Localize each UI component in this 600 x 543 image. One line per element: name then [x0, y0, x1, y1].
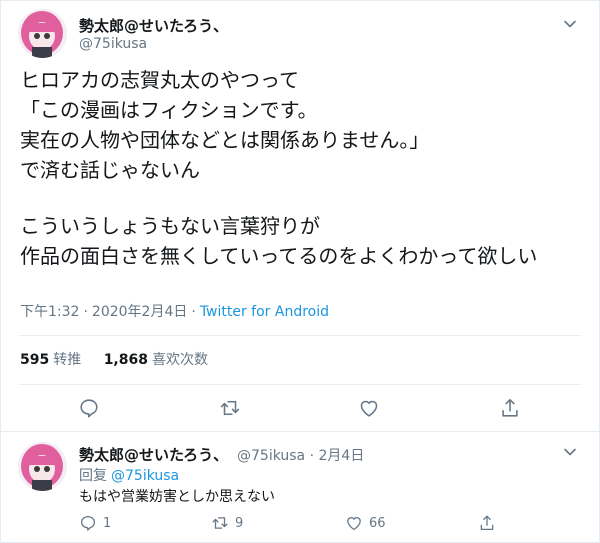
retweets-stat[interactable]: 595 转推	[20, 352, 81, 368]
like-count: 66	[369, 515, 386, 531]
retweets-label: 转推	[53, 352, 82, 368]
replying-label: 回复	[79, 468, 107, 484]
reply-button[interactable]	[78, 397, 100, 419]
reply-reply-button[interactable]: 1	[79, 514, 111, 532]
author-display-name[interactable]: 勢太郎@せいたろう、	[79, 15, 228, 36]
reply-share-button[interactable]	[478, 514, 496, 532]
replying-to-mention[interactable]: @75ikusa	[111, 468, 179, 484]
share-button[interactable]	[499, 397, 521, 419]
reply-icon	[80, 515, 96, 531]
more-options-chevron-down-icon[interactable]	[563, 17, 577, 31]
tweet-time[interactable]: 下午1:32	[20, 304, 79, 320]
reply-date[interactable]: 2月4日	[319, 448, 365, 464]
share-icon	[480, 515, 494, 531]
author-avatar[interactable]	[18, 9, 67, 58]
reply-author-display-name[interactable]: 勢太郎@せいたろう、	[79, 444, 228, 465]
likes-stat[interactable]: 1,868 喜欢次数	[104, 352, 208, 368]
like-button[interactable]	[358, 397, 380, 419]
divider	[1, 431, 599, 432]
reply-like-button[interactable]: 66	[345, 514, 386, 532]
meta-separator: ·	[83, 304, 88, 320]
share-icon	[502, 398, 518, 417]
divider	[19, 384, 581, 385]
like-icon	[360, 400, 378, 417]
tweet-text-line: 「この漫画はフィクションです。	[20, 98, 318, 122]
reply-author-avatar[interactable]	[18, 442, 67, 491]
retweet-icon	[220, 400, 240, 416]
tweet-stats: 595 转推 1,868 喜欢次数	[20, 349, 226, 369]
tweet-source-link[interactable]: Twitter for Android	[200, 304, 329, 320]
reply-icon	[80, 399, 98, 418]
reply-handle-and-date: @75ikusa · 2月4日	[237, 445, 364, 465]
retweets-count: 595	[20, 352, 50, 368]
retweet-count: 9	[235, 515, 244, 531]
retweet-button[interactable]	[219, 397, 241, 419]
divider	[19, 335, 581, 336]
retweet-icon	[212, 517, 228, 529]
tweet-date[interactable]: 2020年2月4日	[92, 304, 187, 320]
tweet-detail-card: 勢太郎@せいたろう、 @75ikusa ヒロアカの志賀丸太のやつって 「この漫画…	[0, 0, 600, 543]
tweet-text-line: こういうしょうもない言葉狩りが	[20, 214, 320, 238]
tweet-text: ヒロアカの志賀丸太のやつって 「この漫画はフィクションです。 実在の人物や団体な…	[20, 65, 590, 271]
tweet-text-line: で済む話じゃないん	[20, 158, 200, 182]
tweet-text-line: ヒロアカの志賀丸太のやつって	[20, 68, 299, 92]
meta-separator: ·	[309, 448, 315, 464]
meta-separator: ·	[191, 304, 196, 320]
avatar-icon	[18, 9, 67, 58]
author-handle[interactable]: @75ikusa	[79, 36, 147, 52]
tweet-timestamp: 下午1:32 · 2020年2月4日 · Twitter for Android	[20, 301, 329, 321]
replying-to: 回复 @75ikusa	[79, 465, 179, 485]
reply-more-options-chevron-down-icon[interactable]	[563, 445, 577, 459]
like-icon	[347, 517, 361, 531]
reply-text: もはや営業妨害としか思えない	[79, 489, 275, 505]
likes-count: 1,868	[103, 352, 148, 368]
tweet-text-line: 作品の面白さを無くしていってるのをよくわかって欲しい	[20, 244, 538, 268]
reply-retweet-button[interactable]: 9	[211, 514, 243, 532]
tweet-text-line: 実在の人物や団体などとは関係ありません。」	[20, 128, 430, 152]
avatar-icon	[18, 442, 67, 491]
likes-label: 喜欢次数	[151, 352, 208, 368]
reply-author-handle[interactable]: @75ikusa	[237, 448, 305, 464]
reply-count: 1	[103, 515, 112, 531]
